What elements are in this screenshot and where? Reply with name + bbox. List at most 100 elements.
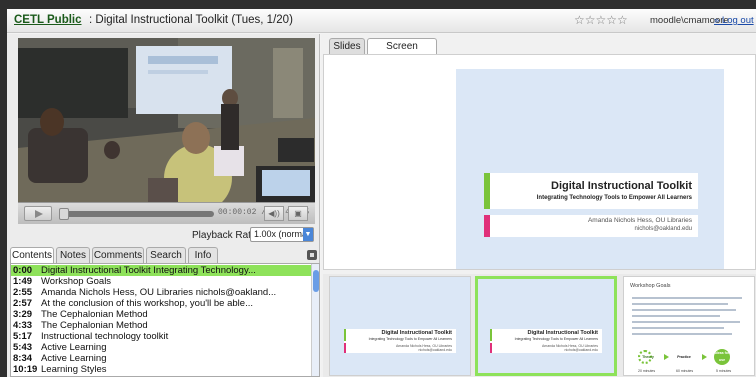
tab-screen-capture[interactable]: Screen Capture — [367, 38, 437, 67]
toc-title: The Cephalonian Method — [41, 320, 148, 331]
playback-rate-select[interactable]: 1.00x (normal) ▼ — [250, 227, 314, 242]
thumb-accent-green — [490, 329, 492, 341]
toc-title: Amanda Nichols Hess, OU Libraries nichol… — [41, 287, 277, 298]
thumb-text-line — [632, 297, 742, 299]
theory-label: Theory — [642, 355, 654, 359]
toc-title: Instructional technology toolkit — [41, 331, 169, 342]
play-button[interactable] — [24, 206, 52, 221]
thumb-accent-pink — [344, 343, 346, 353]
arrow-right-icon — [702, 354, 707, 360]
ideas-minutes: 5 minutes — [716, 369, 732, 373]
thumb-email: nichols@oakland.edu — [418, 348, 452, 352]
thumb-title: Digital Instructional Toolkit — [527, 330, 598, 336]
current-slide: Digital Instructional Toolkit Integratin… — [456, 69, 724, 269]
thumb-text-line — [632, 315, 720, 317]
toc-time: 5:43 — [13, 342, 33, 353]
lecture-title: : Digital Instructional Toolkit (Tues, 1… — [89, 14, 293, 26]
toc-title: Workshop Goals — [41, 276, 112, 287]
practice-minutes: 60 minutes — [676, 369, 694, 373]
play-icon — [35, 210, 43, 218]
toc-time: 0:00 — [13, 265, 33, 276]
toc-row[interactable]: 0:00 Digital Instructional Toolkit Integr… — [11, 265, 311, 276]
toc-row[interactable]: 8:34 Active Learning — [11, 353, 311, 364]
toc-time: 10:19 — [13, 364, 38, 375]
thumb-text-line — [632, 327, 724, 329]
slide-subtitle: Integrating Technology Tools to Empower … — [536, 195, 692, 201]
toc-time: 2:57 — [13, 298, 33, 309]
toc-title: Learning Styles — [41, 364, 107, 375]
tab-info[interactable]: Info — [188, 247, 218, 263]
toc-time: 4:33 — [13, 320, 33, 331]
toc-row[interactable]: 10:19 Learning Styles — [11, 364, 311, 375]
thumb-text-line — [632, 333, 732, 335]
tab-contents[interactable]: Contents — [10, 247, 54, 263]
thumb-subtitle: Integrating Technology Tools to Empower … — [514, 337, 598, 341]
practice-label: Practice — [677, 355, 691, 359]
toc-title: Active Learning — [41, 353, 107, 364]
arrow-right-icon — [664, 354, 669, 360]
toc-time: 5:17 — [13, 331, 33, 342]
slide-thumbnail-current[interactable]: Digital Instructional Toolkit Integratin… — [475, 276, 617, 376]
thumb-title: Digital Instructional Toolkit — [381, 330, 452, 336]
toc-title: At the conclusion of this workshop, you'… — [41, 298, 253, 309]
toc-title: The Cephalonian Method — [41, 309, 148, 320]
ideas-circle: Ideas for use — [714, 349, 730, 365]
thumb-text-line — [632, 309, 736, 311]
classroom-video-frame — [18, 38, 315, 202]
course-link[interactable]: CETL Public — [14, 14, 82, 26]
slide-title: Digital Instructional Toolkit — [551, 180, 692, 192]
toc-row[interactable]: 5:17 Instructional technology toolkit — [11, 331, 311, 342]
slide-thumbnail[interactable]: Digital Instructional Toolkit Integratin… — [329, 276, 471, 376]
thumb-workshop-goals-title: Workshop Goals — [630, 283, 671, 289]
thumb-email: nichols@oakland.edu — [564, 348, 598, 352]
toc-title: Digital Instructional Toolkit Integratin… — [41, 265, 256, 276]
seek-handle[interactable] — [58, 208, 69, 220]
contents-scrollbar[interactable] — [311, 264, 319, 376]
seek-bar[interactable] — [58, 208, 214, 220]
theory-minutes: 20 minutes — [638, 369, 656, 373]
star-rating[interactable]: ☆☆☆☆☆ — [574, 13, 628, 27]
tab-search[interactable]: Search — [146, 247, 186, 263]
thumb-accent-pink — [490, 343, 492, 353]
scrollbar-thumb[interactable] — [313, 270, 319, 292]
toc-row[interactable]: 4:33 The Cephalonian Method — [11, 320, 311, 331]
toc-time: 8:34 — [13, 353, 33, 364]
contents-list: 0:00 Digital Instructional Toolkit Integr… — [10, 263, 320, 377]
volume-button[interactable]: ◀)) — [264, 206, 284, 221]
slide-thumbnail-workshop-goals[interactable]: Workshop Goals Theory Practice Ideas for… — [623, 276, 755, 376]
toc-row[interactable]: 2:55 Amanda Nichols Hess, OU Libraries ni… — [11, 287, 311, 298]
chevron-down-icon: ▼ — [303, 228, 313, 241]
thumb-title-box: Digital Instructional Toolkit Integratin… — [490, 329, 602, 353]
thumb-text-line — [632, 303, 728, 305]
toc-row[interactable]: 5:43 Active Learning — [11, 342, 311, 353]
toc-title: Active Learning — [41, 342, 107, 353]
toc-time: 1:49 — [13, 276, 33, 287]
toc-row[interactable]: 2:57 At the conclusion of this workshop, … — [11, 298, 311, 309]
tab-notes[interactable]: Notes — [56, 247, 90, 263]
lecture-video[interactable] — [18, 38, 315, 202]
logout-link[interactable]: » Log out — [714, 15, 754, 26]
speaker-icon: ◀)) — [268, 209, 280, 218]
slide-accent-green — [484, 173, 490, 209]
left-pane: 00:00:02 / 00:47:55 ◀)) ▣ Playback Rate:… — [7, 34, 320, 377]
player-controls: 00:00:02 / 00:47:55 ◀)) ▣ — [18, 202, 315, 224]
slide-email: nichols@oakland.edu — [634, 226, 692, 232]
toc-row[interactable]: 3:29 The Cephalonian Method — [11, 309, 311, 320]
thumb-title-box: Digital Instructional Toolkit Integratin… — [344, 329, 456, 353]
right-pane: Slides Screen Capture Digital Instructio… — [321, 34, 756, 377]
slide-accent-pink — [484, 215, 490, 237]
toc-row[interactable]: 1:49 Workshop Goals — [11, 276, 311, 287]
tab-comments[interactable]: Comments — [92, 247, 144, 263]
tab-slides[interactable]: Slides — [329, 38, 365, 54]
toc-time: 2:55 — [13, 287, 33, 298]
slide-thumbnails: Digital Instructional Toolkit Integratin… — [323, 274, 756, 377]
lecture-viewer: CETL Public : Digital Instructional Tool… — [7, 9, 756, 377]
fullscreen-button[interactable]: ▣ — [288, 206, 308, 221]
thumb-text-line — [632, 321, 740, 323]
fullscreen-icon: ▣ — [294, 209, 302, 218]
title-bar: CETL Public : Digital Instructional Tool… — [7, 9, 756, 33]
toc-time: 3:29 — [13, 309, 33, 320]
slide-author: Amanda Nichols Hess, OU Libraries — [587, 217, 692, 224]
close-panel-icon[interactable] — [307, 250, 317, 260]
slide-title-box: Digital Instructional Toolkit Integratin… — [484, 173, 698, 209]
